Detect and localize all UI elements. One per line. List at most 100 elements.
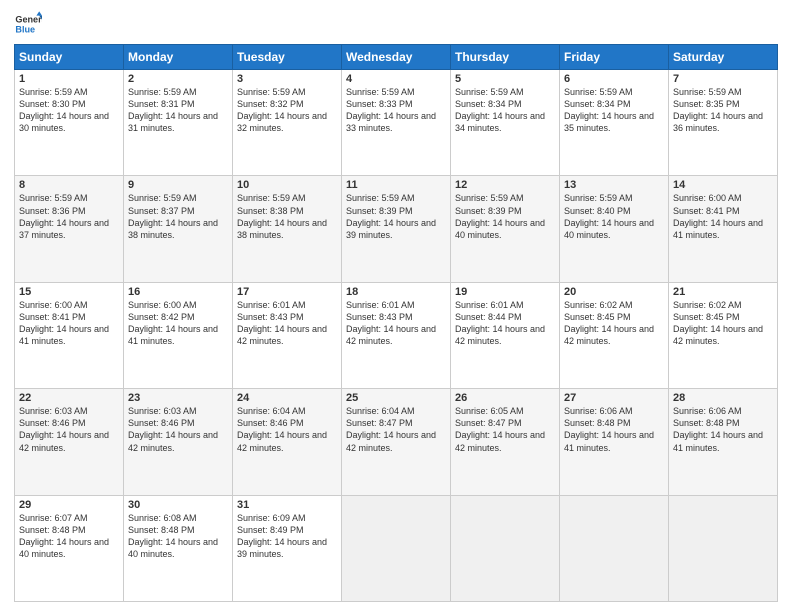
col-header-sunday: Sunday	[15, 45, 124, 70]
logo-icon: General Blue	[14, 10, 42, 38]
day-number: 10	[237, 179, 337, 191]
calendar-cell: 21 Sunrise: 6:02 AMSunset: 8:45 PMDaylig…	[669, 282, 778, 388]
day-number: 30	[128, 499, 228, 511]
calendar-cell	[342, 495, 451, 601]
calendar-week-row: 8 Sunrise: 5:59 AMSunset: 8:36 PMDayligh…	[15, 176, 778, 282]
calendar-week-row: 15 Sunrise: 6:00 AMSunset: 8:41 PMDaylig…	[15, 282, 778, 388]
calendar-cell: 9 Sunrise: 5:59 AMSunset: 8:37 PMDayligh…	[124, 176, 233, 282]
calendar-cell: 15 Sunrise: 6:00 AMSunset: 8:41 PMDaylig…	[15, 282, 124, 388]
calendar-cell: 22 Sunrise: 6:03 AMSunset: 8:46 PMDaylig…	[15, 389, 124, 495]
cell-info: Sunrise: 6:01 AMSunset: 8:43 PMDaylight:…	[237, 300, 327, 346]
day-number: 7	[673, 73, 773, 85]
calendar-cell: 13 Sunrise: 5:59 AMSunset: 8:40 PMDaylig…	[560, 176, 669, 282]
calendar-cell: 7 Sunrise: 5:59 AMSunset: 8:35 PMDayligh…	[669, 70, 778, 176]
cell-info: Sunrise: 6:04 AMSunset: 8:47 PMDaylight:…	[346, 406, 436, 452]
day-number: 6	[564, 73, 664, 85]
svg-text:Blue: Blue	[15, 24, 35, 34]
calendar-header-row: SundayMondayTuesdayWednesdayThursdayFrid…	[15, 45, 778, 70]
calendar-cell: 28 Sunrise: 6:06 AMSunset: 8:48 PMDaylig…	[669, 389, 778, 495]
header: General Blue	[14, 10, 778, 38]
col-header-saturday: Saturday	[669, 45, 778, 70]
cell-info: Sunrise: 5:59 AMSunset: 8:34 PMDaylight:…	[564, 87, 654, 133]
day-number: 29	[19, 499, 119, 511]
calendar-cell	[451, 495, 560, 601]
cell-info: Sunrise: 5:59 AMSunset: 8:40 PMDaylight:…	[564, 193, 654, 239]
cell-info: Sunrise: 5:59 AMSunset: 8:31 PMDaylight:…	[128, 87, 218, 133]
cell-info: Sunrise: 6:01 AMSunset: 8:43 PMDaylight:…	[346, 300, 436, 346]
day-number: 21	[673, 286, 773, 298]
day-number: 27	[564, 392, 664, 404]
cell-info: Sunrise: 6:02 AMSunset: 8:45 PMDaylight:…	[673, 300, 763, 346]
day-number: 2	[128, 73, 228, 85]
calendar-cell: 8 Sunrise: 5:59 AMSunset: 8:36 PMDayligh…	[15, 176, 124, 282]
calendar-cell: 24 Sunrise: 6:04 AMSunset: 8:46 PMDaylig…	[233, 389, 342, 495]
cell-info: Sunrise: 5:59 AMSunset: 8:36 PMDaylight:…	[19, 193, 109, 239]
calendar-cell: 20 Sunrise: 6:02 AMSunset: 8:45 PMDaylig…	[560, 282, 669, 388]
calendar-cell: 30 Sunrise: 6:08 AMSunset: 8:48 PMDaylig…	[124, 495, 233, 601]
day-number: 18	[346, 286, 446, 298]
day-number: 23	[128, 392, 228, 404]
cell-info: Sunrise: 6:00 AMSunset: 8:41 PMDaylight:…	[673, 193, 763, 239]
calendar-cell: 3 Sunrise: 5:59 AMSunset: 8:32 PMDayligh…	[233, 70, 342, 176]
day-number: 19	[455, 286, 555, 298]
cell-info: Sunrise: 5:59 AMSunset: 8:35 PMDaylight:…	[673, 87, 763, 133]
calendar-cell: 27 Sunrise: 6:06 AMSunset: 8:48 PMDaylig…	[560, 389, 669, 495]
day-number: 22	[19, 392, 119, 404]
calendar-cell: 12 Sunrise: 5:59 AMSunset: 8:39 PMDaylig…	[451, 176, 560, 282]
day-number: 20	[564, 286, 664, 298]
day-number: 24	[237, 392, 337, 404]
day-number: 3	[237, 73, 337, 85]
calendar-cell: 19 Sunrise: 6:01 AMSunset: 8:44 PMDaylig…	[451, 282, 560, 388]
cell-info: Sunrise: 6:06 AMSunset: 8:48 PMDaylight:…	[564, 406, 654, 452]
calendar-cell: 5 Sunrise: 5:59 AMSunset: 8:34 PMDayligh…	[451, 70, 560, 176]
calendar-cell: 26 Sunrise: 6:05 AMSunset: 8:47 PMDaylig…	[451, 389, 560, 495]
calendar-cell: 17 Sunrise: 6:01 AMSunset: 8:43 PMDaylig…	[233, 282, 342, 388]
day-number: 4	[346, 73, 446, 85]
calendar-week-row: 29 Sunrise: 6:07 AMSunset: 8:48 PMDaylig…	[15, 495, 778, 601]
page: General Blue SundayMondayTuesdayWednesda…	[0, 0, 792, 612]
cell-info: Sunrise: 6:06 AMSunset: 8:48 PMDaylight:…	[673, 406, 763, 452]
calendar-week-row: 22 Sunrise: 6:03 AMSunset: 8:46 PMDaylig…	[15, 389, 778, 495]
cell-info: Sunrise: 5:59 AMSunset: 8:39 PMDaylight:…	[455, 193, 545, 239]
day-number: 13	[564, 179, 664, 191]
day-number: 5	[455, 73, 555, 85]
calendar-cell: 18 Sunrise: 6:01 AMSunset: 8:43 PMDaylig…	[342, 282, 451, 388]
cell-info: Sunrise: 5:59 AMSunset: 8:34 PMDaylight:…	[455, 87, 545, 133]
col-header-friday: Friday	[560, 45, 669, 70]
calendar-cell: 16 Sunrise: 6:00 AMSunset: 8:42 PMDaylig…	[124, 282, 233, 388]
day-number: 31	[237, 499, 337, 511]
calendar-cell: 29 Sunrise: 6:07 AMSunset: 8:48 PMDaylig…	[15, 495, 124, 601]
cell-info: Sunrise: 5:59 AMSunset: 8:39 PMDaylight:…	[346, 193, 436, 239]
day-number: 25	[346, 392, 446, 404]
calendar-cell: 6 Sunrise: 5:59 AMSunset: 8:34 PMDayligh…	[560, 70, 669, 176]
cell-info: Sunrise: 6:00 AMSunset: 8:42 PMDaylight:…	[128, 300, 218, 346]
calendar-cell: 23 Sunrise: 6:03 AMSunset: 8:46 PMDaylig…	[124, 389, 233, 495]
cell-info: Sunrise: 6:00 AMSunset: 8:41 PMDaylight:…	[19, 300, 109, 346]
day-number: 8	[19, 179, 119, 191]
day-number: 26	[455, 392, 555, 404]
cell-info: Sunrise: 6:03 AMSunset: 8:46 PMDaylight:…	[19, 406, 109, 452]
calendar-cell: 14 Sunrise: 6:00 AMSunset: 8:41 PMDaylig…	[669, 176, 778, 282]
cell-info: Sunrise: 5:59 AMSunset: 8:33 PMDaylight:…	[346, 87, 436, 133]
col-header-monday: Monday	[124, 45, 233, 70]
cell-info: Sunrise: 6:01 AMSunset: 8:44 PMDaylight:…	[455, 300, 545, 346]
logo: General Blue	[14, 10, 42, 38]
cell-info: Sunrise: 6:07 AMSunset: 8:48 PMDaylight:…	[19, 513, 109, 559]
cell-info: Sunrise: 5:59 AMSunset: 8:37 PMDaylight:…	[128, 193, 218, 239]
col-header-tuesday: Tuesday	[233, 45, 342, 70]
day-number: 14	[673, 179, 773, 191]
day-number: 9	[128, 179, 228, 191]
day-number: 1	[19, 73, 119, 85]
cell-info: Sunrise: 5:59 AMSunset: 8:32 PMDaylight:…	[237, 87, 327, 133]
calendar-cell: 1 Sunrise: 5:59 AMSunset: 8:30 PMDayligh…	[15, 70, 124, 176]
cell-info: Sunrise: 6:04 AMSunset: 8:46 PMDaylight:…	[237, 406, 327, 452]
col-header-wednesday: Wednesday	[342, 45, 451, 70]
cell-info: Sunrise: 6:08 AMSunset: 8:48 PMDaylight:…	[128, 513, 218, 559]
calendar-cell: 11 Sunrise: 5:59 AMSunset: 8:39 PMDaylig…	[342, 176, 451, 282]
day-number: 15	[19, 286, 119, 298]
day-number: 16	[128, 286, 228, 298]
calendar-table: SundayMondayTuesdayWednesdayThursdayFrid…	[14, 44, 778, 602]
calendar-cell: 2 Sunrise: 5:59 AMSunset: 8:31 PMDayligh…	[124, 70, 233, 176]
day-number: 12	[455, 179, 555, 191]
calendar-cell: 10 Sunrise: 5:59 AMSunset: 8:38 PMDaylig…	[233, 176, 342, 282]
